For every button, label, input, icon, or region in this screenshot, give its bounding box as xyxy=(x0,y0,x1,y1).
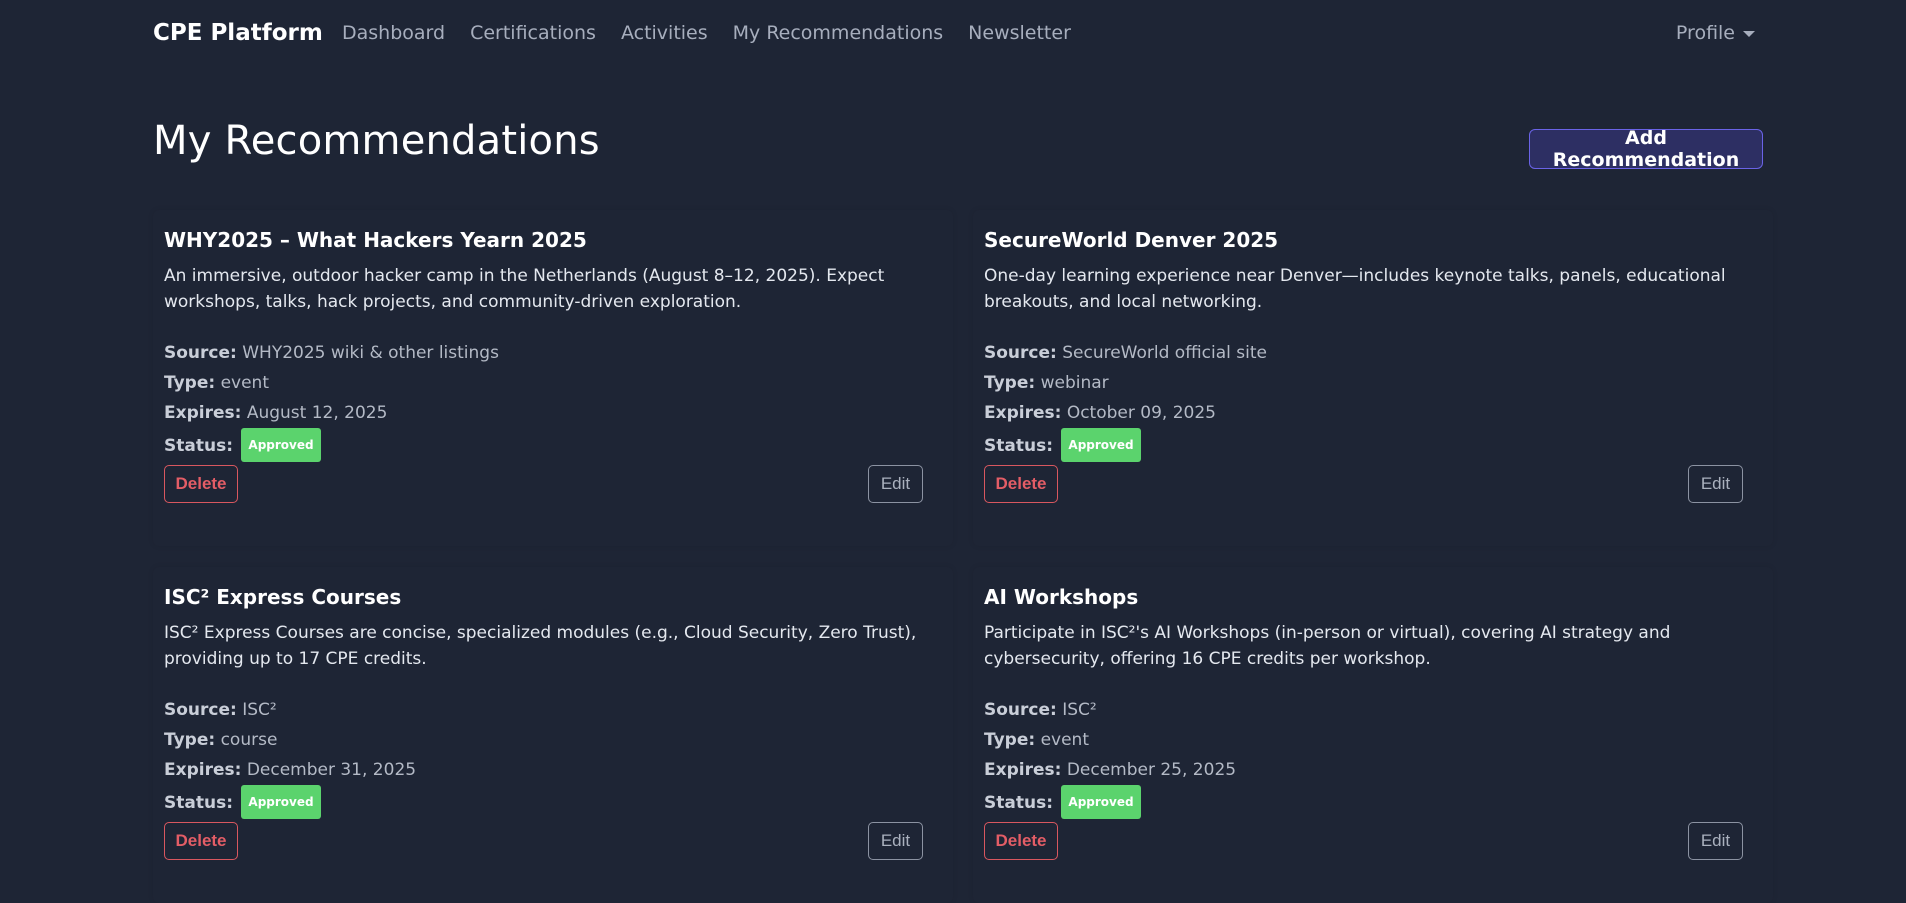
edit-button[interactable]: Edit xyxy=(1688,465,1743,503)
delete-button[interactable]: Delete xyxy=(984,465,1058,503)
source-value: SecureWorld official site xyxy=(1062,343,1267,363)
edit-button[interactable]: Edit xyxy=(868,822,923,860)
expires-label: Expires: xyxy=(164,403,242,423)
recommendation-card: SecureWorld Denver 2025 One-day learning… xyxy=(973,210,1773,546)
edit-button[interactable]: Edit xyxy=(1688,822,1743,860)
delete-button[interactable]: Delete xyxy=(984,822,1058,860)
card-description: One-day learning experience near Denver—… xyxy=(984,266,1726,312)
source-value: WHY2025 wiki & other listings xyxy=(242,343,499,363)
expires-value: October 09, 2025 xyxy=(1066,403,1216,423)
type-value: event xyxy=(220,373,269,393)
nav-link-activities[interactable]: Activities xyxy=(621,22,708,44)
brand-logo[interactable]: CPE Platform xyxy=(153,20,323,46)
card-title: AI Workshops xyxy=(984,585,1139,609)
status-label: Status: xyxy=(164,793,233,813)
page-title: My Recommendations xyxy=(153,118,600,164)
type-value: event xyxy=(1040,730,1089,750)
status-badge: Approved xyxy=(241,428,321,462)
type-value: webinar xyxy=(1040,373,1109,393)
card-title: SecureWorld Denver 2025 xyxy=(984,228,1279,252)
source-label: Source: xyxy=(164,343,237,363)
card-description: An immersive, outdoor hacker camp in the… xyxy=(164,266,885,312)
card-meta: Source: ISC² Type: course Expires: Decem… xyxy=(164,695,416,819)
type-label: Type: xyxy=(984,730,1036,750)
status-badge: Approved xyxy=(1061,428,1141,462)
type-label: Type: xyxy=(984,373,1036,393)
card-description: Participate in ISC²'s AI Workshops (in-p… xyxy=(984,623,1671,669)
type-label: Type: xyxy=(164,730,216,750)
expires-label: Expires: xyxy=(984,760,1062,780)
nav-link-my-recommendations[interactable]: My Recommendations xyxy=(733,22,944,44)
expires-label: Expires: xyxy=(984,403,1062,423)
edit-button[interactable]: Edit xyxy=(868,465,923,503)
source-value: ISC² xyxy=(242,700,277,720)
status-label: Status: xyxy=(984,793,1053,813)
nav-link-newsletter[interactable]: Newsletter xyxy=(968,22,1071,44)
card-meta: Source: SecureWorld official site Type: … xyxy=(984,338,1267,462)
source-value: ISC² xyxy=(1062,700,1097,720)
chevron-down-icon xyxy=(1743,31,1755,37)
status-label: Status: xyxy=(984,436,1053,456)
expires-value: December 25, 2025 xyxy=(1066,760,1237,780)
delete-button[interactable]: Delete xyxy=(164,465,238,503)
status-badge: Approved xyxy=(1061,785,1141,819)
status-label: Status: xyxy=(164,436,233,456)
source-label: Source: xyxy=(984,343,1057,363)
expires-label: Expires: xyxy=(164,760,242,780)
type-value: course xyxy=(220,730,278,750)
add-recommendation-button[interactable]: Add Recommendation xyxy=(1529,127,1763,171)
card-title: ISC² Express Courses xyxy=(164,585,402,609)
nav-link-dashboard[interactable]: Dashboard xyxy=(342,22,445,44)
profile-label: Profile xyxy=(1675,22,1735,44)
card-title: WHY2025 – What Hackers Yearn 2025 xyxy=(164,228,587,252)
recommendation-card: AI Workshops Participate in ISC²'s AI Wo… xyxy=(973,567,1773,903)
card-meta: Source: ISC² Type: event Expires: Decemb… xyxy=(984,695,1236,819)
expires-value: December 31, 2025 xyxy=(246,760,417,780)
recommendation-card: WHY2025 – What Hackers Yearn 2025 An imm… xyxy=(153,210,953,546)
recommendation-card: ISC² Express Courses ISC² Express Course… xyxy=(153,567,953,903)
card-meta: Source: WHY2025 wiki & other listings Ty… xyxy=(164,338,499,462)
nav-links: Dashboard Certifications Activities My R… xyxy=(342,22,1071,44)
card-description: ISC² Express Courses are concise, specia… xyxy=(164,623,917,669)
type-label: Type: xyxy=(164,373,216,393)
top-navbar: CPE Platform Dashboard Certifications Ac… xyxy=(0,0,1906,70)
source-label: Source: xyxy=(984,700,1057,720)
delete-button[interactable]: Delete xyxy=(164,822,238,860)
nav-link-certifications[interactable]: Certifications xyxy=(470,22,596,44)
expires-value: August 12, 2025 xyxy=(246,403,388,423)
status-badge: Approved xyxy=(241,785,321,819)
profile-dropdown[interactable]: Profile xyxy=(1676,22,1755,44)
source-label: Source: xyxy=(164,700,237,720)
